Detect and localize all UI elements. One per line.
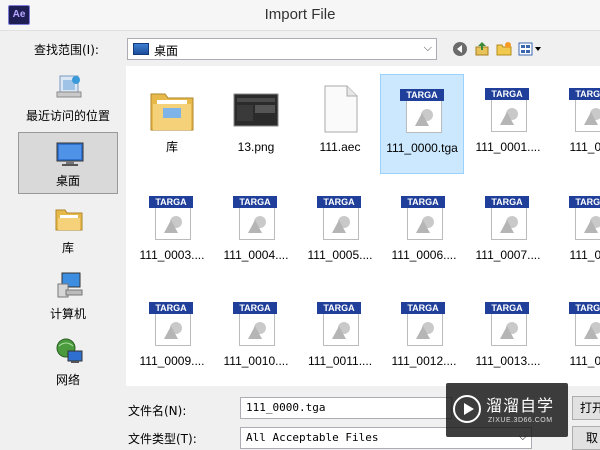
file-item-selected[interactable]: TARGA 111_0000.tga (380, 74, 464, 174)
place-network[interactable]: 网络 (18, 330, 118, 392)
filename-label: 文件名(N): (128, 404, 187, 418)
file-name: 111_0007.... (475, 248, 541, 262)
place-computer[interactable]: 计算机 (18, 264, 118, 326)
places-bar: 最近访问的位置 桌面 库 计算机 网络 (14, 66, 120, 396)
png-thumbnail-icon (233, 93, 279, 127)
place-recent[interactable]: 最近访问的位置 (18, 66, 118, 128)
file-item[interactable]: TARGA 111_001 (550, 288, 600, 386)
file-name: 111_0003.... (139, 248, 205, 262)
targa-file-icon: TARGA (401, 192, 447, 242)
play-icon (453, 395, 481, 423)
file-item[interactable]: TARGA 111_0004.... (214, 182, 298, 282)
file-name: 111.aec (319, 140, 361, 154)
place-libraries[interactable]: 库 (18, 198, 118, 260)
file-item[interactable]: TARGA 111_0003.... (130, 182, 214, 282)
back-arrow-icon (453, 42, 467, 56)
filetype-label: 文件类型(T): (128, 432, 197, 446)
file-name: 111_001 (569, 354, 600, 368)
place-label: 最近访问的位置 (25, 109, 110, 123)
new-folder-button[interactable] (496, 41, 512, 57)
watermark-title: 溜溜自学 (486, 396, 555, 415)
file-name: 库 (165, 140, 178, 154)
network-icon (56, 338, 83, 363)
file-name: 111_0005.... (307, 248, 373, 262)
file-item[interactable]: TARGA 111_0005.... (298, 182, 382, 282)
file-item[interactable]: TARGA 111_0007.... (466, 182, 550, 282)
targa-file-icon: TARGA (149, 298, 195, 348)
title-bar: Ae Import File (0, 0, 600, 31)
file-name: 13.png (237, 140, 275, 154)
look-in-value: 桌面 (154, 44, 179, 58)
library-folder-icon (150, 93, 194, 131)
look-in-dropdown[interactable]: 桌面 ⌵ (127, 38, 437, 60)
file-name: 111_0012.... (391, 354, 457, 368)
up-folder-button[interactable] (474, 41, 490, 57)
watermark: 溜溜自学 ZIXUE.3D66.COM (446, 383, 568, 437)
recent-places-icon (56, 75, 82, 98)
file-item[interactable]: 111.aec (298, 74, 382, 174)
file-name: 111_0000.tga (386, 141, 458, 155)
file-item[interactable]: TARGA 111_0011.... (298, 288, 382, 386)
back-button[interactable] (452, 41, 468, 57)
targa-file-icon: TARGA (233, 298, 279, 348)
desktop-folder-icon (133, 43, 149, 55)
targa-file-icon: TARGA (233, 192, 279, 242)
watermark-subtitle: ZIXUE.3D66.COM (488, 417, 553, 424)
targa-file-icon: TARGA (400, 85, 446, 135)
new-folder-icon (496, 42, 512, 56)
desktop-icon (56, 142, 84, 166)
file-name: 111_0010.... (223, 354, 289, 368)
file-name: 111_0011.... (307, 354, 373, 368)
file-item[interactable]: TARGA 111_0001.... (466, 74, 550, 174)
file-item[interactable]: TARGA 111_000 (550, 182, 600, 282)
place-label: 桌面 (55, 174, 80, 188)
up-folder-icon (475, 42, 489, 56)
file-list[interactable]: 库 13.png 111.aec TARGA 111_0000.tga TARG… (126, 66, 600, 386)
file-name: 111_0001.... (475, 140, 541, 154)
file-item[interactable]: 库 (130, 74, 214, 174)
filename-input[interactable]: 111_0000.tga (240, 397, 452, 419)
file-item[interactable]: 13.png (214, 74, 298, 174)
targa-file-icon: TARGA (149, 192, 195, 242)
libraries-icon (55, 209, 83, 231)
view-menu-button[interactable] (518, 41, 542, 57)
targa-file-icon: TARGA (569, 84, 600, 134)
place-label: 库 (61, 241, 74, 255)
place-desktop[interactable]: 桌面 (18, 132, 118, 194)
targa-file-icon: TARGA (569, 192, 600, 242)
file-name: 111_000 (569, 248, 600, 262)
computer-icon (57, 272, 83, 298)
targa-file-icon: TARGA (485, 298, 531, 348)
targa-file-icon: TARGA (317, 192, 363, 242)
place-label: 网络 (55, 373, 80, 387)
file-item[interactable]: TARGA 111_0012.... (382, 288, 466, 386)
file-name: 111_0009.... (139, 354, 205, 368)
window-title: Import File (264, 6, 336, 23)
view-menu-icon (518, 42, 541, 56)
file-item[interactable]: TARGA 111_0013.... (466, 288, 550, 386)
open-button[interactable]: 打开 (572, 396, 600, 420)
chevron-down-icon: ⌵ (423, 41, 432, 54)
file-name: 111_000 (569, 140, 600, 154)
nav-toolbar (452, 39, 542, 59)
targa-file-icon: TARGA (401, 298, 447, 348)
file-item[interactable]: TARGA 111_000 (550, 74, 600, 174)
look-in-label: 查找范围(I): (34, 43, 99, 57)
file-item[interactable]: TARGA 111_0009.... (130, 288, 214, 386)
targa-file-icon: TARGA (569, 298, 600, 348)
file-item[interactable]: TARGA 111_0010.... (214, 288, 298, 386)
targa-file-icon: TARGA (485, 84, 531, 134)
cancel-button[interactable]: 取 (572, 426, 600, 450)
file-item[interactable]: TARGA 111_0006.... (382, 182, 466, 282)
file-name: 111_0004.... (223, 248, 289, 262)
blank-file-icon (324, 85, 358, 133)
targa-file-icon: TARGA (317, 298, 363, 348)
file-name: 111_0006.... (391, 248, 457, 262)
targa-file-icon: TARGA (485, 192, 531, 242)
file-name: 111_0013.... (475, 354, 541, 368)
place-label: 计算机 (49, 307, 86, 321)
filetype-value: All Acceptable Files (246, 431, 379, 444)
